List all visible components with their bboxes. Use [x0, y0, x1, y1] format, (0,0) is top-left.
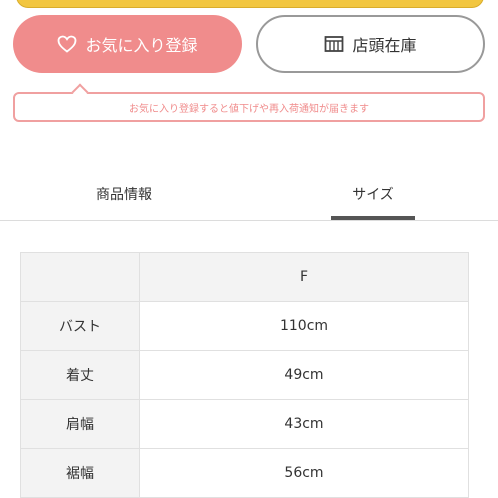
cart-button-edge[interactable]	[16, 0, 484, 8]
favorite-button-label: お気に入り登録	[85, 36, 198, 55]
size-table: F バスト 110cm 着丈 49cm 肩幅 43cm 裾幅 56cm	[20, 252, 469, 498]
table-row: バスト 110cm	[20, 301, 469, 351]
row-label: 着丈	[20, 350, 140, 400]
store-stock-button[interactable]: 店頭在庫	[256, 15, 485, 73]
table-header-size: F	[139, 252, 469, 302]
table-header-row: F	[20, 252, 469, 302]
row-value: 110cm	[139, 301, 469, 351]
table-header-empty-cell	[20, 252, 140, 302]
table-row: 裾幅 56cm	[20, 448, 469, 498]
row-value: 43cm	[139, 399, 469, 449]
tab-size[interactable]: サイズ	[331, 170, 415, 220]
product-tabs: 商品情報 サイズ	[0, 170, 498, 221]
table-row: 着丈 49cm	[20, 350, 469, 400]
row-label: 裾幅	[20, 448, 140, 498]
active-tab-indicator	[331, 216, 415, 220]
favorite-button[interactable]: お気に入り登録	[13, 15, 242, 73]
row-value: 49cm	[139, 350, 469, 400]
row-label: 肩幅	[20, 399, 140, 449]
row-value: 56cm	[139, 448, 469, 498]
store-stock-button-label: 店頭在庫	[352, 36, 417, 55]
heart-icon	[57, 35, 77, 53]
tab-product-info[interactable]: 商品情報	[60, 170, 188, 220]
table-row: 肩幅 43cm	[20, 399, 469, 449]
row-label: バスト	[20, 301, 140, 351]
store-icon	[324, 35, 344, 53]
